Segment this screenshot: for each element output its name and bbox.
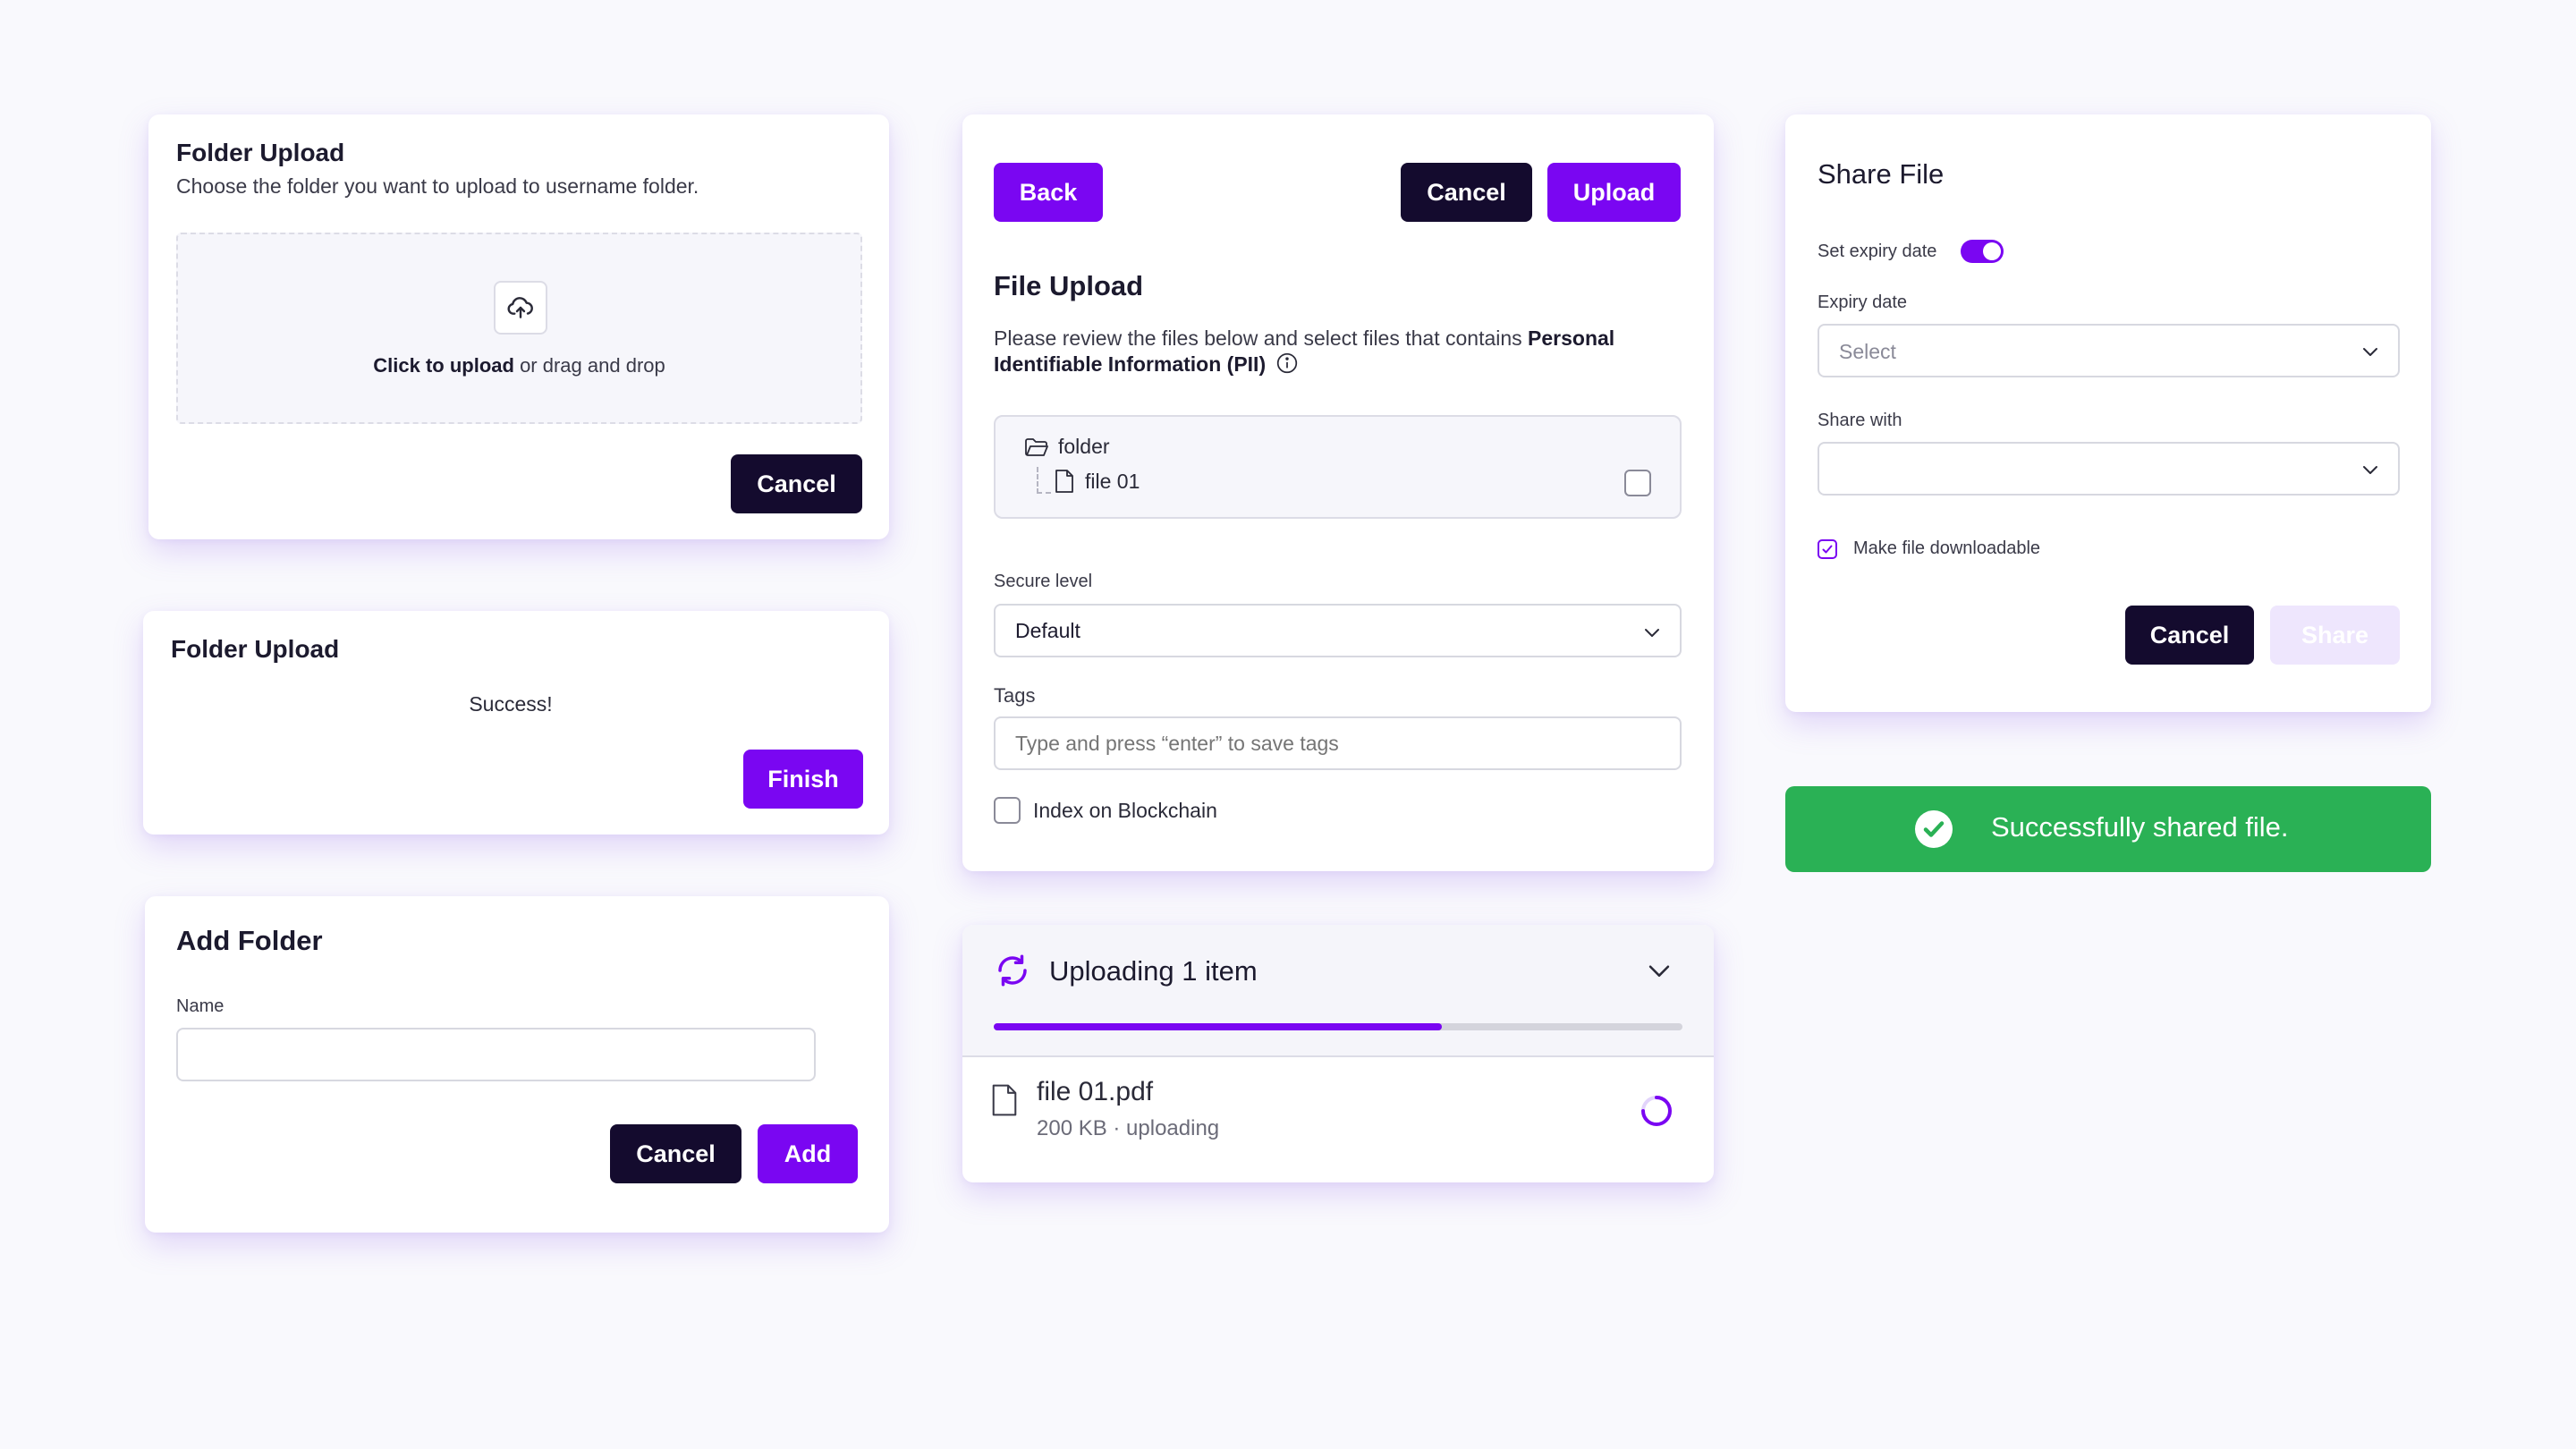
downloadable-label: Make file downloadable — [1853, 538, 2041, 558]
file-upload-card: Back Cancel Upload File Upload Please re… — [962, 114, 1714, 871]
tree-connector — [1037, 467, 1051, 494]
folder-upload-success-card: Folder Upload Success! Finish — [143, 611, 889, 835]
cancel-button[interactable]: Cancel — [731, 454, 862, 513]
upload-cloud-icon — [494, 281, 547, 335]
card-title: Folder Upload — [176, 139, 345, 166]
index-blockchain-label: Index on Blockchain — [1033, 798, 1217, 822]
file-tree: folder file 01 — [994, 415, 1682, 519]
check-circle-icon — [1914, 809, 1953, 849]
card-title: Share File — [1818, 158, 1945, 190]
card-subtitle: Choose the folder you want to upload to … — [176, 174, 699, 198]
downloadable-checkbox[interactable] — [1818, 538, 1837, 559]
index-blockchain-checkbox[interactable] — [994, 797, 1021, 824]
share-button[interactable]: Share — [2270, 606, 2400, 665]
success-toast: Successfully shared file. — [1785, 786, 2431, 872]
name-input[interactable] — [176, 1028, 816, 1081]
add-folder-card: Add Folder Name Cancel Add — [145, 896, 889, 1233]
secure-level-label: Secure level — [994, 572, 1093, 591]
file-icon — [1055, 469, 1074, 494]
upload-progress-header[interactable]: Uploading 1 item — [962, 925, 1714, 1057]
expiry-toggle-label: Set expiry date — [1818, 242, 1937, 261]
card-title: Folder Upload — [171, 635, 340, 663]
pii-description: Please review the files below and select… — [994, 326, 1674, 377]
index-blockchain-row[interactable]: Index on Blockchain — [994, 797, 1217, 824]
folder-name: folder — [1058, 435, 1110, 458]
description-text: Please review the files below and select… — [994, 326, 1529, 350]
toggle-knob — [1983, 242, 2001, 260]
finish-button[interactable]: Finish — [743, 750, 863, 809]
expiry-toggle[interactable] — [1961, 240, 2004, 263]
uploading-file-name: file 01.pdf — [1037, 1077, 1154, 1106]
progress-track — [994, 1023, 1682, 1030]
folder-upload-card: Folder Upload Choose the folder you want… — [148, 114, 889, 539]
downloadable-row[interactable]: Make file downloadable — [1818, 538, 2040, 559]
cancel-button[interactable]: Cancel — [2125, 606, 2254, 665]
expiry-date-label: Expiry date — [1818, 292, 1908, 312]
chevron-down-icon — [1641, 622, 1663, 643]
file-icon — [991, 1082, 1018, 1118]
dropzone-text: Click to upload or drag and drop — [178, 354, 860, 377]
expiry-date-select[interactable]: Select — [1818, 324, 2400, 377]
dropzone-drag-text: or drag and drop — [513, 354, 665, 377]
card-title: Add Folder — [176, 925, 323, 956]
tree-file-row[interactable]: file 01 — [1055, 469, 1140, 494]
share-with-select[interactable] — [1818, 442, 2400, 496]
upload-dropzone[interactable]: Click to upload or drag and drop — [176, 233, 862, 424]
chevron-down-icon — [2360, 459, 2381, 480]
upload-button[interactable]: Upload — [1547, 163, 1681, 222]
file-name: file 01 — [1085, 469, 1140, 493]
tags-label: Tags — [994, 684, 1036, 707]
add-button[interactable]: Add — [758, 1124, 858, 1183]
tags-input[interactable] — [994, 716, 1682, 770]
success-message: Success! — [469, 692, 553, 716]
uploading-file-meta: 200 KB · uploading — [1037, 1116, 1220, 1140]
cancel-button[interactable]: Cancel — [1401, 163, 1532, 222]
info-icon[interactable] — [1275, 352, 1299, 375]
share-with-label: Share with — [1818, 411, 1902, 430]
chevron-down-icon[interactable] — [1644, 955, 1674, 986]
loading-spinner-icon — [1639, 1093, 1674, 1129]
tree-folder-row[interactable]: folder — [1024, 435, 1110, 459]
progress-fill — [994, 1023, 1442, 1030]
upload-progress-card: Uploading 1 item file 01.pdf 200 KB · up… — [962, 925, 1714, 1182]
back-button[interactable]: Back — [994, 163, 1103, 222]
upload-progress-title: Uploading 1 item — [1049, 955, 1258, 987]
toast-message: Successfully shared file. — [1991, 811, 2289, 843]
secure-level-value: Default — [1015, 619, 1080, 642]
card-title: File Upload — [994, 270, 1144, 301]
secure-level-select[interactable]: Default — [994, 604, 1682, 657]
expiry-date-placeholder: Select — [1839, 340, 1896, 363]
chevron-down-icon — [2360, 341, 2381, 362]
cancel-button[interactable]: Cancel — [610, 1124, 741, 1183]
file-pii-checkbox[interactable] — [1624, 470, 1651, 496]
dropzone-click-text[interactable]: Click to upload — [373, 354, 514, 377]
sync-icon — [994, 952, 1031, 989]
name-label: Name — [176, 996, 225, 1016]
share-file-card: Share File Set expiry date Expiry date S… — [1785, 114, 2431, 712]
folder-open-icon — [1024, 436, 1049, 458]
